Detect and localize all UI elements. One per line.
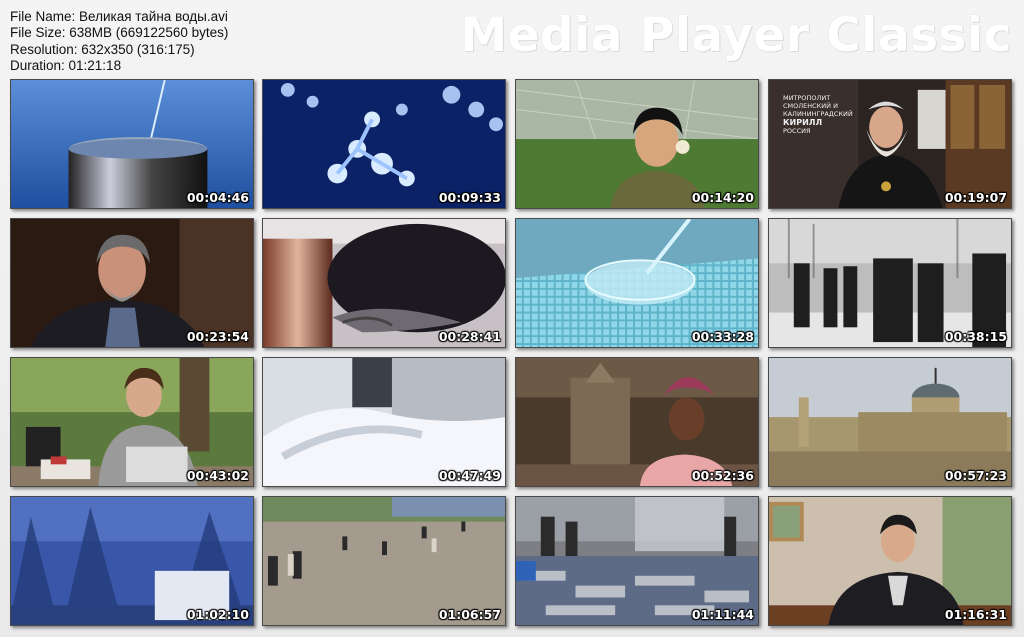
thumbnail[interactable]: 00:47:49	[262, 357, 506, 487]
timestamp-label: 00:38:15	[944, 329, 1007, 344]
thumbnail[interactable]: 01:02:10	[10, 496, 254, 626]
scene-lab-gloved-hands	[263, 358, 505, 486]
caption-line: Калининградский	[783, 110, 853, 118]
scene-petri-dish-pipette	[516, 219, 758, 347]
timestamp-label: 00:09:33	[438, 190, 501, 205]
scene-water-drop-glass	[11, 80, 253, 208]
timestamp-label: 01:11:44	[691, 607, 754, 622]
timestamp-label: 00:14:20	[691, 190, 754, 205]
thumbnail[interactable]: 00:28:41	[262, 218, 506, 348]
scene-historic-street	[769, 219, 1011, 347]
timestamp-label: 00:19:07	[944, 190, 1007, 205]
thumbnail[interactable]: 00:38:15	[768, 218, 1012, 348]
scene-old-city-dome	[769, 358, 1011, 486]
timestamp-label: 00:04:46	[186, 190, 249, 205]
timestamp-label: 00:33:28	[691, 329, 754, 344]
caption-line: Смоленский и	[783, 102, 838, 110]
thumbnail[interactable]: 00:43:02	[10, 357, 254, 487]
scene-metal-cylinder	[263, 219, 505, 347]
thumbnail[interactable]: Митрополит Смоленский и Калининградский …	[768, 79, 1012, 209]
subtitle-caption: Митрополит Смоленский и Калининградский …	[783, 94, 873, 135]
thumbnail[interactable]: 00:14:20	[515, 79, 759, 209]
thumbnail[interactable]: 01:11:44	[515, 496, 759, 626]
scene-man-laptop-park	[11, 358, 253, 486]
scene-woman-shrine	[516, 358, 758, 486]
scene-woman-eating-greenhouse	[516, 80, 758, 208]
thumbnail-grid: 00:04:46 00:09:33 00:14:20 МИТРОПОЛИТ СМ…	[0, 0, 1024, 637]
timestamp-label: 00:52:36	[691, 468, 754, 483]
thumbnail[interactable]: 00:33:28	[515, 218, 759, 348]
timestamp-label: 01:02:10	[186, 607, 249, 622]
timestamp-label: 00:23:54	[186, 329, 249, 344]
scene-man-interview	[11, 219, 253, 347]
caption-country: Россия	[783, 127, 811, 135]
scene-man-office	[769, 497, 1011, 625]
thumbnail[interactable]: 00:52:36	[515, 357, 759, 487]
caption-name: Кирилл	[783, 118, 823, 127]
scene-square-crowd	[263, 497, 505, 625]
thumbnail[interactable]: 01:06:57	[262, 496, 506, 626]
timestamp-label: 00:47:49	[438, 468, 501, 483]
timestamp-label: 01:06:57	[438, 607, 501, 622]
thumbnail[interactable]: 00:09:33	[262, 79, 506, 209]
thumbnail[interactable]: 00:04:46	[10, 79, 254, 209]
timestamp-label: 00:28:41	[438, 329, 501, 344]
timestamp-label: 00:57:23	[944, 468, 1007, 483]
scene-flood-debris	[516, 497, 758, 625]
thumbnail[interactable]: 01:16:31	[768, 496, 1012, 626]
caption-line: Митрополит	[783, 94, 831, 102]
scene-blue-forest	[11, 497, 253, 625]
thumbnail[interactable]: 00:23:54	[10, 218, 254, 348]
scene-water-molecules	[263, 80, 505, 208]
timestamp-label: 01:16:31	[944, 607, 1007, 622]
thumbnail[interactable]: 00:57:23	[768, 357, 1012, 487]
timestamp-label: 00:43:02	[186, 468, 249, 483]
